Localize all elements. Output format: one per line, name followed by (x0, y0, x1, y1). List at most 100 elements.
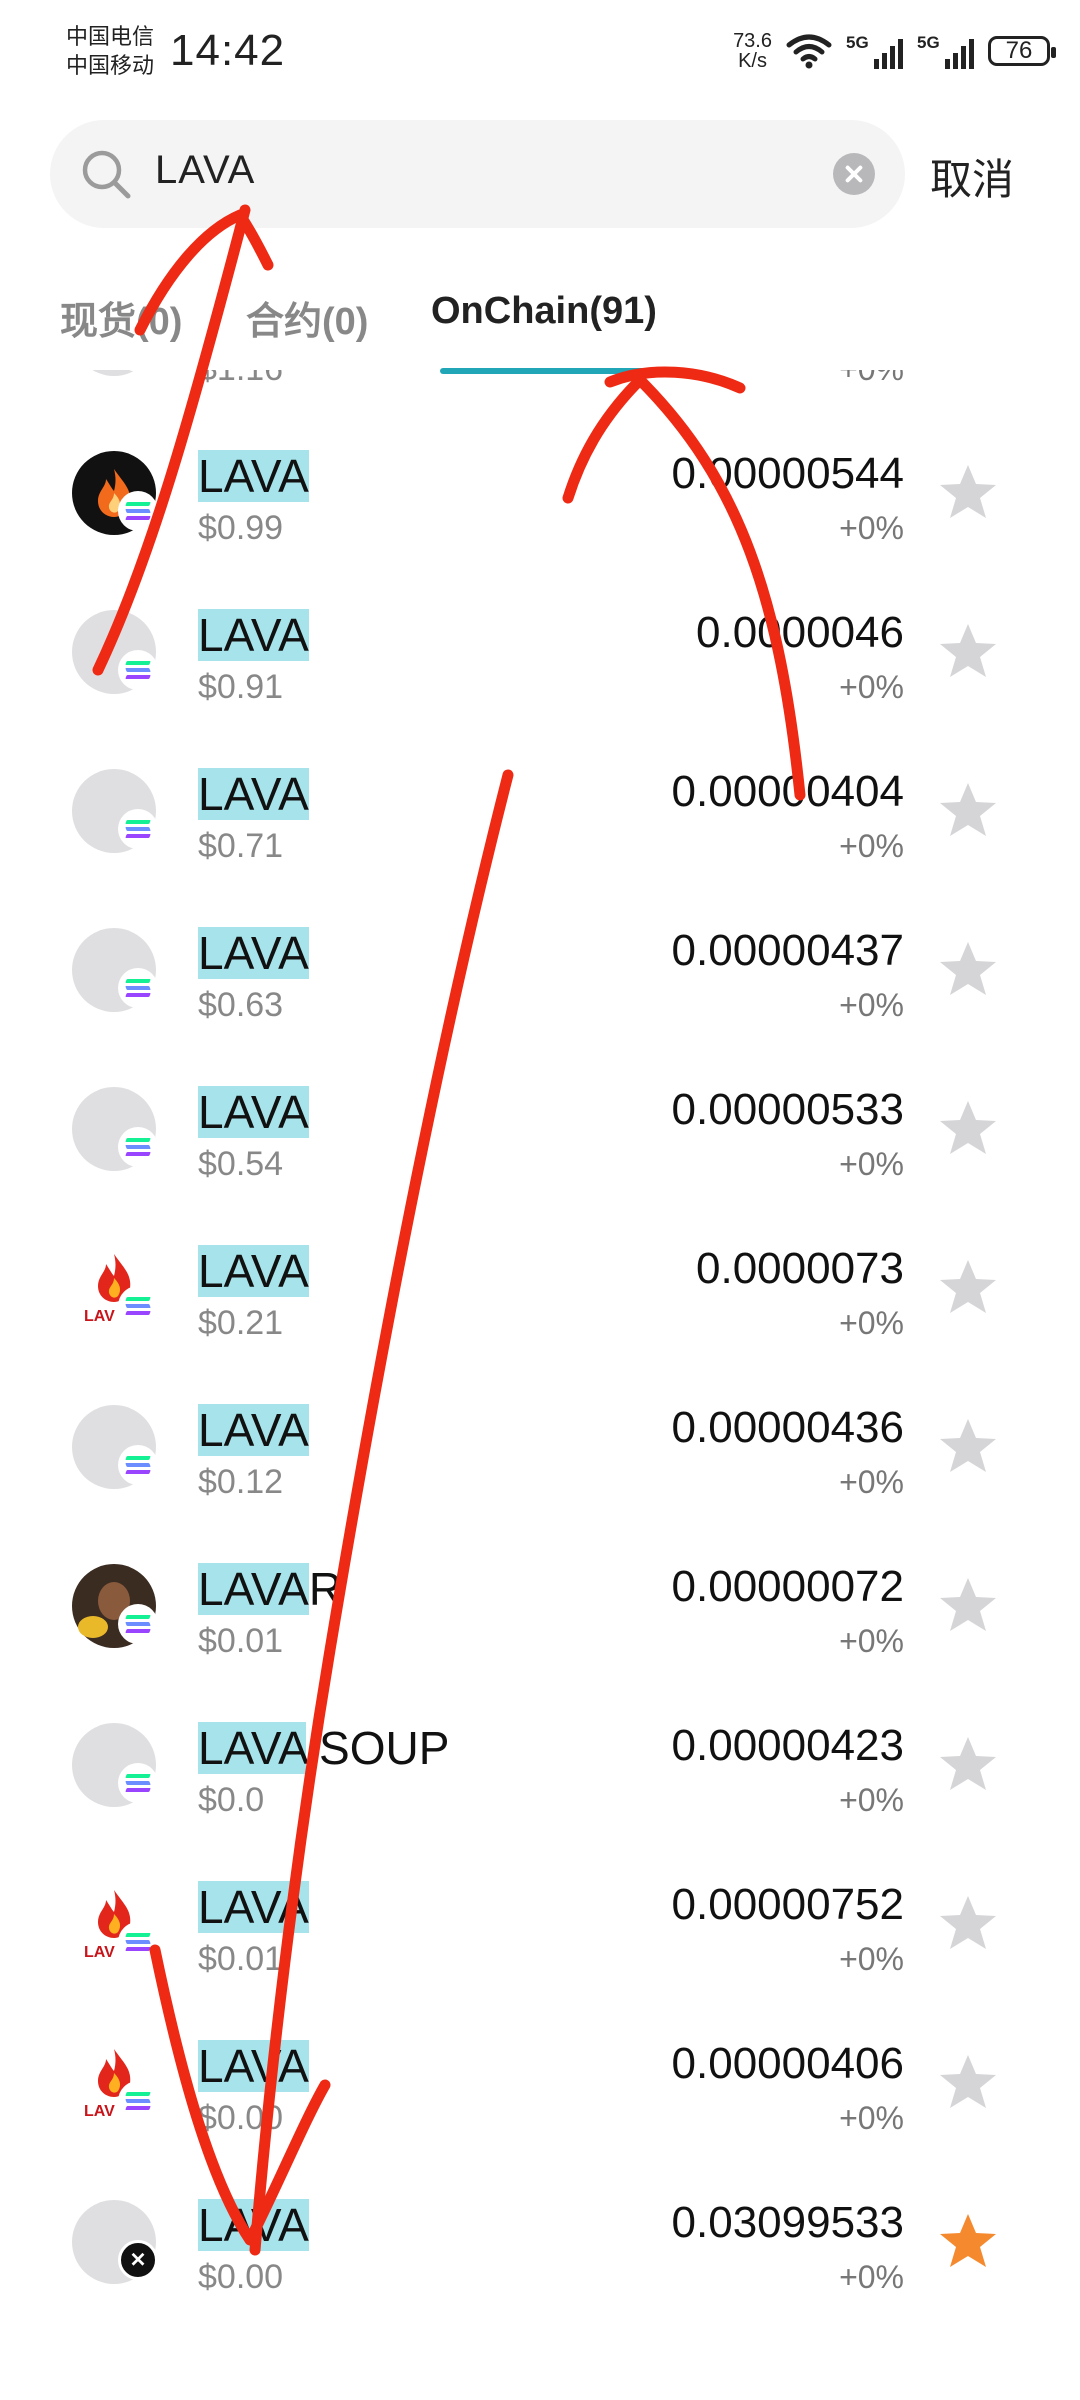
search-match-highlight: LAVA (198, 450, 309, 502)
token-name: LAVA (198, 608, 309, 662)
favorite-star-icon[interactable] (938, 1417, 998, 1475)
okb-chain-icon: ✕ (118, 2240, 158, 2280)
network-speed: 73.6 K/s (733, 31, 772, 71)
token-row[interactable]: LAVA$1.160.00000513+0% (0, 370, 1080, 409)
signal-1-label: 5G (846, 33, 869, 52)
search-match-highlight: LAVA (198, 1245, 309, 1297)
favorite-star-icon[interactable] (938, 1735, 998, 1793)
price-change: +0% (839, 828, 904, 864)
solana-chain-icon (118, 650, 158, 690)
market-cap: $0.0 (198, 1781, 265, 1819)
token-name: LAVAR (198, 1562, 342, 1616)
token-row[interactable]: LAVA $0.99 0.00000544 +0% (0, 409, 1080, 568)
token-row[interactable]: LAVA $0.71 0.00000404 +0% (0, 727, 1080, 886)
search-icon (82, 150, 131, 199)
market-cap: $0.71 (198, 827, 284, 865)
token-name: LAVA (198, 926, 309, 980)
token-row[interactable]: LAV LAVA $0.21 0.0000073 +0% (0, 1204, 1080, 1363)
carrier-labels: 中国电信 中国移动 (66, 22, 154, 80)
status-bar: 中国电信 中国移动 14:42 73.6 K/s 5G 5G 76 (0, 0, 1080, 100)
price-change: +0% (839, 1623, 904, 1659)
market-cap: $0.21 (198, 1304, 284, 1342)
token-row[interactable]: ✕ LAVA $0.00 0.03099533 +0% (0, 2158, 1080, 2317)
token-name: LAVA (198, 1244, 309, 1298)
token-price: 0.00000533 (671, 1085, 904, 1134)
price-change: +0% (839, 1941, 904, 1977)
token-row[interactable]: LAV LAVA $0.00 0.00000406 +0% (0, 1999, 1080, 2158)
solana-chain-icon (118, 1604, 158, 1644)
token-price: 0.0000073 (696, 1244, 904, 1293)
clear-search-icon[interactable] (833, 153, 875, 195)
market-cap: $0.99 (198, 509, 284, 547)
token-price: 0.03099533 (671, 2198, 904, 2247)
market-tabs: 现货(0) 合约(0) OnChain(91) (0, 280, 1080, 380)
market-cap: $0.01 (198, 1940, 284, 1978)
token-row[interactable]: LAVA $0.91 0.0000046 +0% (0, 568, 1080, 727)
search-bar[interactable]: LAVA (50, 120, 905, 228)
signal-2-label: 5G (917, 33, 940, 52)
token-price: 0.00000404 (671, 767, 904, 816)
market-cap: $1.16 (198, 370, 283, 389)
battery-icon: 76 (988, 36, 1056, 66)
favorite-star-icon[interactable] (938, 1894, 998, 1952)
token-row[interactable]: LAVA $0.63 0.00000437 +0% (0, 886, 1080, 1045)
price-change: +0% (839, 1305, 904, 1341)
token-name: LAVA (198, 449, 309, 503)
token-row[interactable]: LAVAR $0.01 0.00000072 +0% (0, 1522, 1080, 1681)
token-price: 0.00000423 (671, 1721, 904, 1770)
token-row[interactable]: LAVA $0.54 0.00000533 +0% (0, 1045, 1080, 1204)
solana-chain-icon (118, 2081, 158, 2121)
token-row[interactable]: LAVA SOUP $0.0 0.00000423 +0% (0, 1681, 1080, 1840)
favorite-star-icon[interactable] (938, 781, 998, 839)
clock: 14:42 (170, 26, 286, 75)
price-change: +0% (839, 1146, 904, 1182)
market-cap: $0.91 (198, 668, 284, 706)
market-cap: $0.12 (198, 1463, 284, 1501)
favorite-star-icon[interactable] (938, 940, 998, 998)
carrier-2: 中国移动 (66, 53, 155, 78)
market-cap: $0.00 (198, 2099, 284, 2137)
network-speed-value: 73.6 (733, 30, 772, 52)
solana-chain-icon (118, 1445, 158, 1485)
search-match-highlight: LAVA (198, 927, 309, 979)
search-match-highlight: LAVA (198, 2040, 309, 2092)
search-match-highlight: LAVA (198, 768, 309, 820)
price-change: +0% (839, 669, 904, 705)
solana-chain-icon (118, 809, 158, 849)
solana-chain-icon (118, 1286, 158, 1326)
network-speed-unit: K/s (738, 50, 767, 72)
token-price: 0.00000436 (671, 1403, 904, 1452)
market-cap: $0.63 (198, 986, 284, 1024)
solana-chain-icon (118, 491, 158, 531)
solana-chain-icon (118, 968, 158, 1008)
price-change: +0% (839, 2259, 904, 2295)
token-price: 0.00000437 (671, 926, 904, 975)
cancel-button[interactable]: 取消 (930, 146, 1014, 207)
token-row[interactable]: LAV LAVA $0.01 0.00000752 +0% (0, 1840, 1080, 1999)
solana-chain-icon (118, 1127, 158, 1167)
search-match-highlight: LAVA (198, 1563, 309, 1615)
price-change: +0% (839, 1782, 904, 1818)
favorite-star-icon[interactable] (938, 463, 998, 521)
token-price: 0.0000046 (696, 608, 904, 657)
favorite-star-icon[interactable] (938, 2212, 998, 2270)
search-match-highlight: LAVA (198, 1086, 309, 1138)
price-change: +0% (839, 987, 904, 1023)
token-name: LAVA (198, 767, 309, 821)
wifi-icon (786, 34, 832, 69)
token-name: LAVA (198, 1085, 309, 1139)
tab-spot[interactable]: 现货(0) (60, 290, 182, 345)
favorite-star-icon[interactable] (938, 1576, 998, 1634)
search-input[interactable]: LAVA (155, 148, 255, 193)
favorite-star-icon[interactable] (938, 2053, 998, 2111)
favorite-star-icon[interactable] (938, 1099, 998, 1157)
token-row[interactable]: LAVA $0.12 0.00000436 +0% (0, 1363, 1080, 1522)
favorite-star-icon[interactable] (938, 1258, 998, 1316)
token-list[interactable]: LAVA$1.160.00000513+0% LAVA $0.99 0.0000054… (0, 370, 1080, 2400)
carrier-1: 中国电信 (66, 24, 155, 49)
tab-onchain[interactable]: OnChain(91) (431, 290, 657, 333)
favorite-star-icon[interactable] (938, 622, 998, 680)
tab-contract[interactable]: 合约(0) (246, 290, 368, 345)
token-price: 0.00000752 (671, 1880, 904, 1929)
price-change: +0% (839, 2100, 904, 2136)
